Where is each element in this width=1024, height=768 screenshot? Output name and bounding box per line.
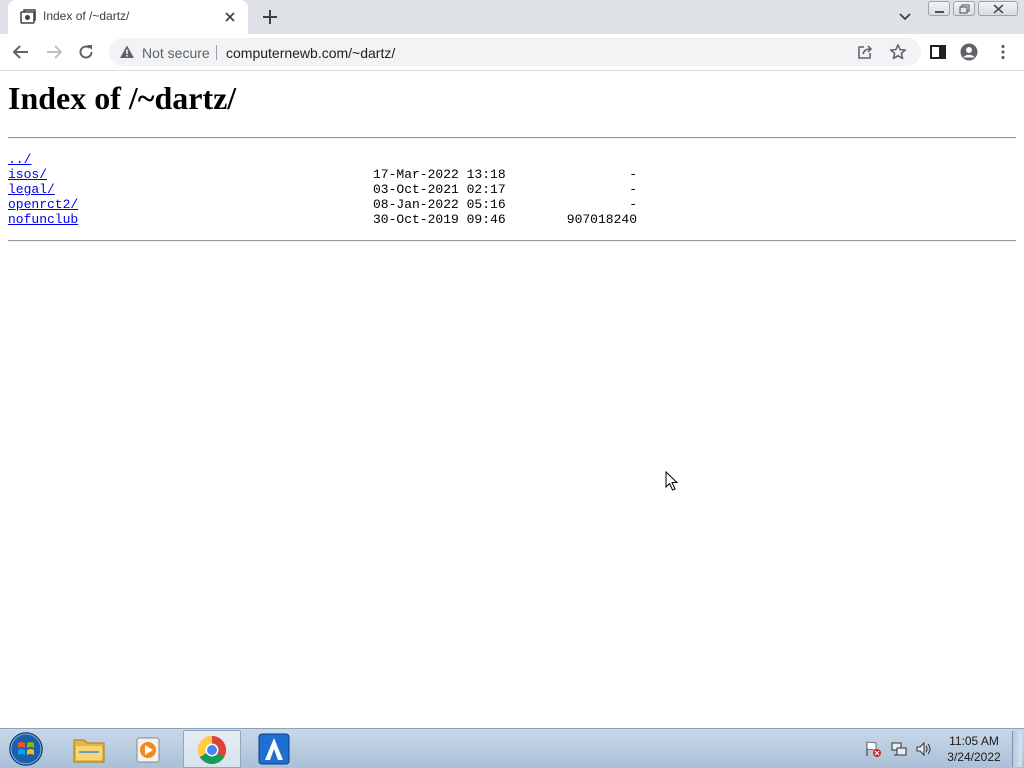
network-icon[interactable] bbox=[891, 742, 907, 756]
app-a-icon bbox=[258, 733, 290, 765]
entry-size: - bbox=[629, 167, 637, 182]
back-icon[interactable] bbox=[12, 43, 30, 61]
profile-avatar-icon[interactable] bbox=[960, 43, 978, 61]
taskbar-file-explorer[interactable] bbox=[60, 730, 118, 768]
top-divider bbox=[8, 137, 1016, 139]
entry-link[interactable]: openrct2/ bbox=[8, 197, 78, 212]
bookmark-star-icon[interactable] bbox=[889, 43, 907, 61]
page-heading: Index of /~dartz/ bbox=[8, 80, 237, 116]
entry-link[interactable]: isos/ bbox=[8, 167, 47, 182]
more-menu-icon[interactable] bbox=[994, 43, 1012, 61]
entry-date: 03-Oct-2021 02:17 bbox=[373, 182, 506, 197]
tab-title: Index of /~dartz/ bbox=[43, 9, 130, 23]
chevron-down-icon[interactable] bbox=[897, 10, 913, 24]
forward-icon[interactable] bbox=[45, 43, 63, 61]
start-button-icon[interactable] bbox=[6, 731, 46, 767]
close-icon bbox=[993, 4, 1004, 14]
list-item: legal/ 03-Oct-2021 02:17 - bbox=[8, 182, 648, 197]
taskbar-chrome[interactable] bbox=[183, 730, 241, 768]
address-bar[interactable]: Not secure computernewb.com/~dartz/ bbox=[109, 38, 921, 66]
entry-date: 17-Mar-2022 13:18 bbox=[373, 167, 506, 182]
tab-strip: Index of /~dartz/ bbox=[0, 0, 1024, 34]
security-status-label[interactable]: Not secure bbox=[142, 45, 210, 61]
minimize-icon bbox=[935, 11, 944, 13]
entry-date: 30-Oct-2019 09:46 bbox=[373, 212, 506, 227]
taskbar-media-player[interactable] bbox=[120, 730, 178, 768]
chrome-icon bbox=[198, 736, 226, 764]
taskbar-app-a[interactable] bbox=[246, 730, 304, 768]
taskbar: 11:05 AM 3/24/2022 bbox=[0, 728, 1024, 768]
entry-size: 907018240 bbox=[566, 212, 637, 227]
clock-date: 3/24/2022 bbox=[947, 750, 1001, 764]
share-icon[interactable] bbox=[857, 44, 873, 60]
page-favicon-icon bbox=[20, 9, 36, 24]
minimize-button[interactable] bbox=[928, 1, 950, 16]
browser-tab[interactable]: Index of /~dartz/ bbox=[8, 0, 248, 34]
close-tab-icon[interactable] bbox=[222, 9, 238, 25]
action-center-flag-icon[interactable] bbox=[866, 741, 881, 757]
entry-link[interactable]: nofunclub bbox=[8, 212, 78, 227]
address-separator bbox=[216, 45, 217, 60]
show-desktop-button[interactable] bbox=[1012, 731, 1022, 767]
list-item: ../ bbox=[8, 152, 648, 167]
entry-link[interactable]: legal/ bbox=[8, 182, 55, 197]
warning-icon[interactable] bbox=[119, 44, 135, 60]
reload-icon[interactable] bbox=[77, 43, 95, 61]
list-item: isos/ 17-Mar-2022 13:18 - bbox=[8, 167, 648, 182]
page-content: Index of /~dartz/ ../ isos/ 17-Mar-2022 … bbox=[0, 71, 1024, 728]
system-tray bbox=[866, 741, 931, 757]
bottom-divider bbox=[8, 240, 1016, 242]
restore-button[interactable] bbox=[953, 1, 975, 16]
close-window-button[interactable] bbox=[978, 1, 1018, 16]
entry-date: 08-Jan-2022 05:16 bbox=[373, 197, 506, 212]
entry-size: - bbox=[629, 182, 637, 197]
mouse-cursor-icon bbox=[665, 471, 679, 491]
entry-size: - bbox=[629, 197, 637, 212]
url-text[interactable]: computernewb.com/~dartz/ bbox=[226, 45, 395, 61]
new-tab-icon[interactable] bbox=[261, 8, 279, 26]
clock-time: 11:05 AM bbox=[949, 734, 999, 748]
media-player-icon bbox=[136, 737, 160, 763]
browser-toolbar: Not secure computernewb.com/~dartz/ bbox=[0, 34, 1024, 71]
list-item: nofunclub 30-Oct-2019 09:46 907018240 bbox=[8, 212, 648, 227]
file-explorer-icon bbox=[73, 739, 105, 763]
side-panel-icon[interactable] bbox=[929, 43, 947, 61]
list-item: openrct2/ 08-Jan-2022 05:16 - bbox=[8, 197, 648, 212]
directory-listing: ../ isos/ 17-Mar-2022 13:18 - legal/ 03-… bbox=[8, 152, 648, 227]
volume-icon[interactable] bbox=[916, 741, 931, 757]
taskbar-clock[interactable]: 11:05 AM 3/24/2022 bbox=[940, 733, 1008, 765]
restore-icon bbox=[959, 4, 970, 14]
entry-link[interactable]: ../ bbox=[8, 152, 31, 167]
